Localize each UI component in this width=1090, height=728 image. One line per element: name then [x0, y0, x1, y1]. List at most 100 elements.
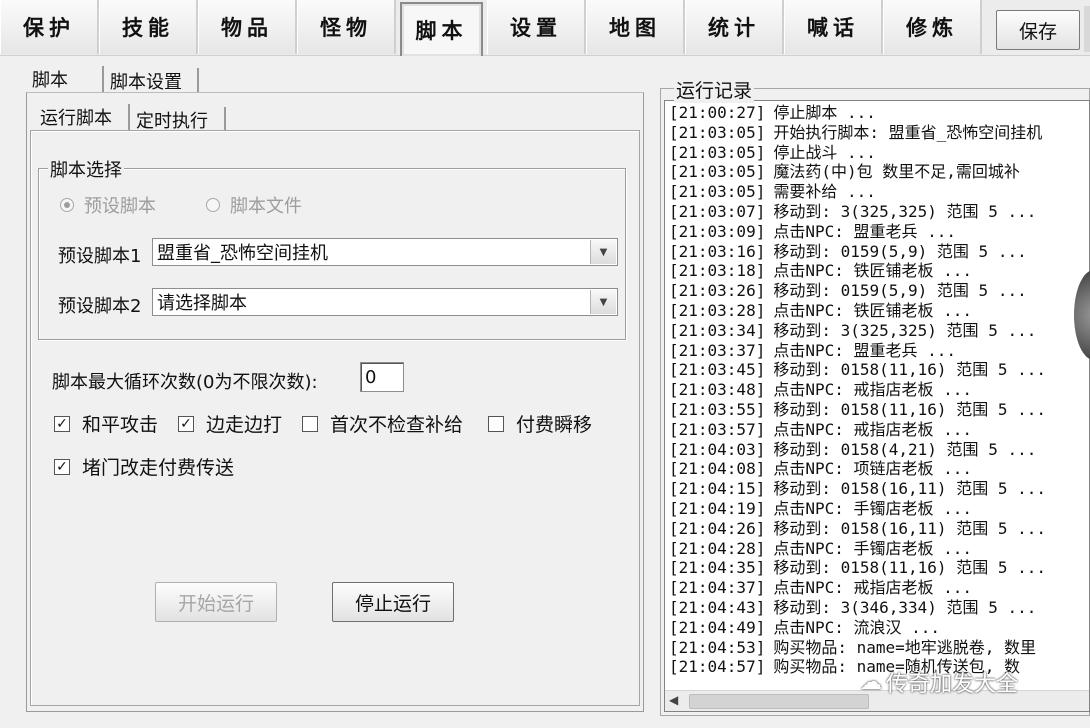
log-time: [21:03:26] [669, 281, 766, 301]
chevron-left-icon[interactable]: ◀ [669, 693, 678, 707]
stop-button[interactable]: 停止运行 [332, 582, 454, 622]
innertab-run-script[interactable]: 运行脚本 [40, 104, 112, 130]
tab-shout[interactable]: 喊话 [784, 0, 883, 54]
log-message: 点击NPC: 戒指店老板 ... [773, 578, 973, 598]
log-time: [21:03:07] [669, 201, 766, 221]
log-line: [21:03:16] 移动到: 0159(5,9) 范围 5 ... [669, 242, 1046, 262]
log-time: [21:04:15] [669, 479, 766, 499]
preset2-label: 预设脚本2 [58, 296, 142, 317]
tab-settings[interactable]: 设置 [487, 0, 586, 54]
log-line: [21:04:49] 点击NPC: 流浪汉 ... [669, 618, 1046, 638]
checkbox-skip-first-check[interactable]: 首次不检查补给 [302, 410, 463, 437]
subtab-script-settings[interactable]: 脚本设置 [110, 68, 182, 94]
tab-skills[interactable]: 技能 [99, 0, 198, 54]
tab-monsters[interactable]: 怪物 [297, 0, 396, 54]
max-loop-input[interactable]: 0 [360, 362, 404, 392]
log-time: [21:04:08] [669, 459, 766, 479]
chevron-down-icon[interactable]: ▼ [590, 290, 616, 314]
log-time: [21:04:53] [669, 637, 766, 657]
subtab-separator [197, 68, 199, 92]
checkbox-walk-and-fight[interactable]: ✓ 边走边打 [178, 410, 282, 437]
tab-map[interactable]: 地图 [586, 0, 685, 54]
log-title: 运行记录 [674, 76, 755, 103]
log-message: 移动到: 3(325,325) 范围 5 ... [773, 201, 1037, 221]
radio-file[interactable]: 脚本文件 [206, 192, 302, 218]
subtab-script[interactable]: 脚本 [32, 66, 68, 92]
log-message: 移动到: 0158(4,21) 范围 5 ... [773, 439, 1037, 459]
tab-training[interactable]: 修炼 [883, 0, 982, 54]
checkmark-icon: ✓ [178, 415, 194, 432]
log-message: 移动到: 3(346,334) 范围 5 ... [773, 597, 1037, 617]
log-line: [21:04:35] 移动到: 0158(11,16) 范围 5 ... [669, 558, 1046, 578]
checkbox-door-paid-transfer[interactable]: ✓ 堵门改走付费传送 [54, 453, 234, 480]
radio-preset[interactable]: 预设脚本 [60, 192, 156, 218]
watermark-text: 传奇加发大全 [886, 672, 1019, 697]
log-message: 移动到: 3(325,325) 范围 5 ... [773, 320, 1037, 340]
log-line: [21:03:57] 点击NPC: 戒指店老板 ... [669, 420, 1046, 440]
checkbox-empty-icon [302, 415, 318, 432]
log-line: [21:03:34] 移动到: 3(325,325) 范围 5 ... [669, 321, 1046, 341]
log-list: [21:00:27] 停止脚本 ... [21:03:05] 开始执行脚本: 盟重省_… [669, 103, 1046, 677]
log-message: 移动到: 0159(5,9) 范围 5 ... [773, 241, 1027, 261]
log-time: [21:00:27] [669, 103, 766, 122]
radio-file-label: 脚本文件 [230, 196, 302, 217]
tab-stats[interactable]: 统计 [685, 0, 784, 54]
log-message: 需要补给 ... [773, 182, 876, 202]
log-message: 点击NPC: 铁匠铺老板 ... [773, 300, 973, 320]
tab-script[interactable]: 脚本 [400, 2, 483, 56]
log-message: 点击NPC: 手镯店老板 ... [773, 498, 973, 518]
log-message: 点击NPC: 盟重老兵 ... [773, 221, 957, 241]
log-time: [21:03:37] [669, 340, 766, 360]
log-message: 停止战斗 ... [773, 142, 876, 162]
checkmark-icon: ✓ [54, 458, 70, 475]
tab-items[interactable]: 物品 [198, 0, 297, 54]
log-message: 开始执行脚本: 盟重省_恐怖空间挂机 [773, 122, 1043, 142]
checkbox-empty-icon [488, 415, 504, 432]
innertab-separator [224, 107, 226, 131]
chevron-down-icon[interactable]: ▼ [590, 240, 616, 264]
log-line: [21:04:08] 点击NPC: 项链店老板 ... [669, 459, 1046, 479]
log-time: [21:04:49] [669, 617, 766, 637]
log-message: 点击NPC: 戒指店老板 ... [773, 380, 973, 400]
preset1-select[interactable]: 盟重省_恐怖空间挂机 ▼ [152, 238, 618, 266]
checkbox-label: 和平攻击 [82, 414, 159, 436]
log-line: [21:04:03] 移动到: 0158(4,21) 范围 5 ... [669, 440, 1046, 460]
checkbox-paid-teleport[interactable]: 付费瞬移 [488, 410, 592, 437]
log-line: [21:04:43] 移动到: 3(346,334) 范围 5 ... [669, 598, 1046, 618]
save-button[interactable]: 保存 [996, 10, 1080, 50]
log-time: [21:03:57] [669, 419, 766, 439]
log-line: [21:03:05] 开始执行脚本: 盟重省_恐怖空间挂机 [669, 123, 1046, 143]
log-line: [21:04:15] 移动到: 0158(16,11) 范围 5 ... [669, 479, 1046, 499]
log-message: 魔法药(中)包 数里不足,需回城补 [773, 162, 1020, 182]
log-time: [21:04:35] [669, 558, 766, 578]
start-button[interactable]: 开始运行 [155, 582, 277, 622]
wechat-icon: ☁ [860, 669, 882, 695]
log-time: [21:04:19] [669, 498, 766, 518]
log-line: [21:03:48] 点击NPC: 戒指店老板 ... [669, 380, 1046, 400]
radio-dot-icon [60, 198, 74, 212]
checkbox-label: 边走边打 [206, 414, 283, 436]
log-message: 停止脚本 ... [773, 103, 876, 122]
scrollbar-thumb[interactable] [689, 694, 869, 709]
log-time: [21:04:43] [669, 597, 766, 617]
checkbox-peace-attack[interactable]: ✓ 和平攻击 [54, 410, 158, 437]
radio-dot-icon [206, 198, 220, 212]
log-message: 点击NPC: 盟重老兵 ... [773, 340, 957, 360]
log-message: 点击NPC: 戒指店老板 ... [773, 419, 973, 439]
preset1-label: 预设脚本1 [58, 246, 142, 267]
preset2-select[interactable]: 请选择脚本 ▼ [152, 288, 618, 316]
log-time: [21:03:05] [669, 162, 766, 182]
tab-protect[interactable]: 保护 [0, 0, 99, 54]
log-listbox[interactable]: [21:00:27] 停止脚本 ... [21:03:05] 开始执行脚本: 盟重省_… [664, 100, 1090, 712]
log-message: 移动到: 0158(16,11) 范围 5 ... [773, 518, 1046, 538]
main-tab-bar: 保护 技能 物品 怪物 脚本 设置 地图 统计 喊话 修炼 [0, 0, 1090, 56]
log-line: [21:03:26] 移动到: 0159(5,9) 范围 5 ... [669, 281, 1046, 301]
log-message: 点击NPC: 手镯店老板 ... [773, 538, 973, 558]
log-time: [21:03:18] [669, 261, 766, 281]
log-line: [21:04:19] 点击NPC: 手镯店老板 ... [669, 499, 1046, 519]
log-line: [21:04:53] 购买物品: name=地牢逃脱卷, 数里 [669, 638, 1046, 658]
checkmark-icon: ✓ [54, 415, 70, 432]
log-line: [21:00:27] 停止脚本 ... [669, 103, 1046, 123]
log-line: [21:03:18] 点击NPC: 铁匠铺老板 ... [669, 261, 1046, 281]
log-time: [21:03:16] [669, 241, 766, 261]
